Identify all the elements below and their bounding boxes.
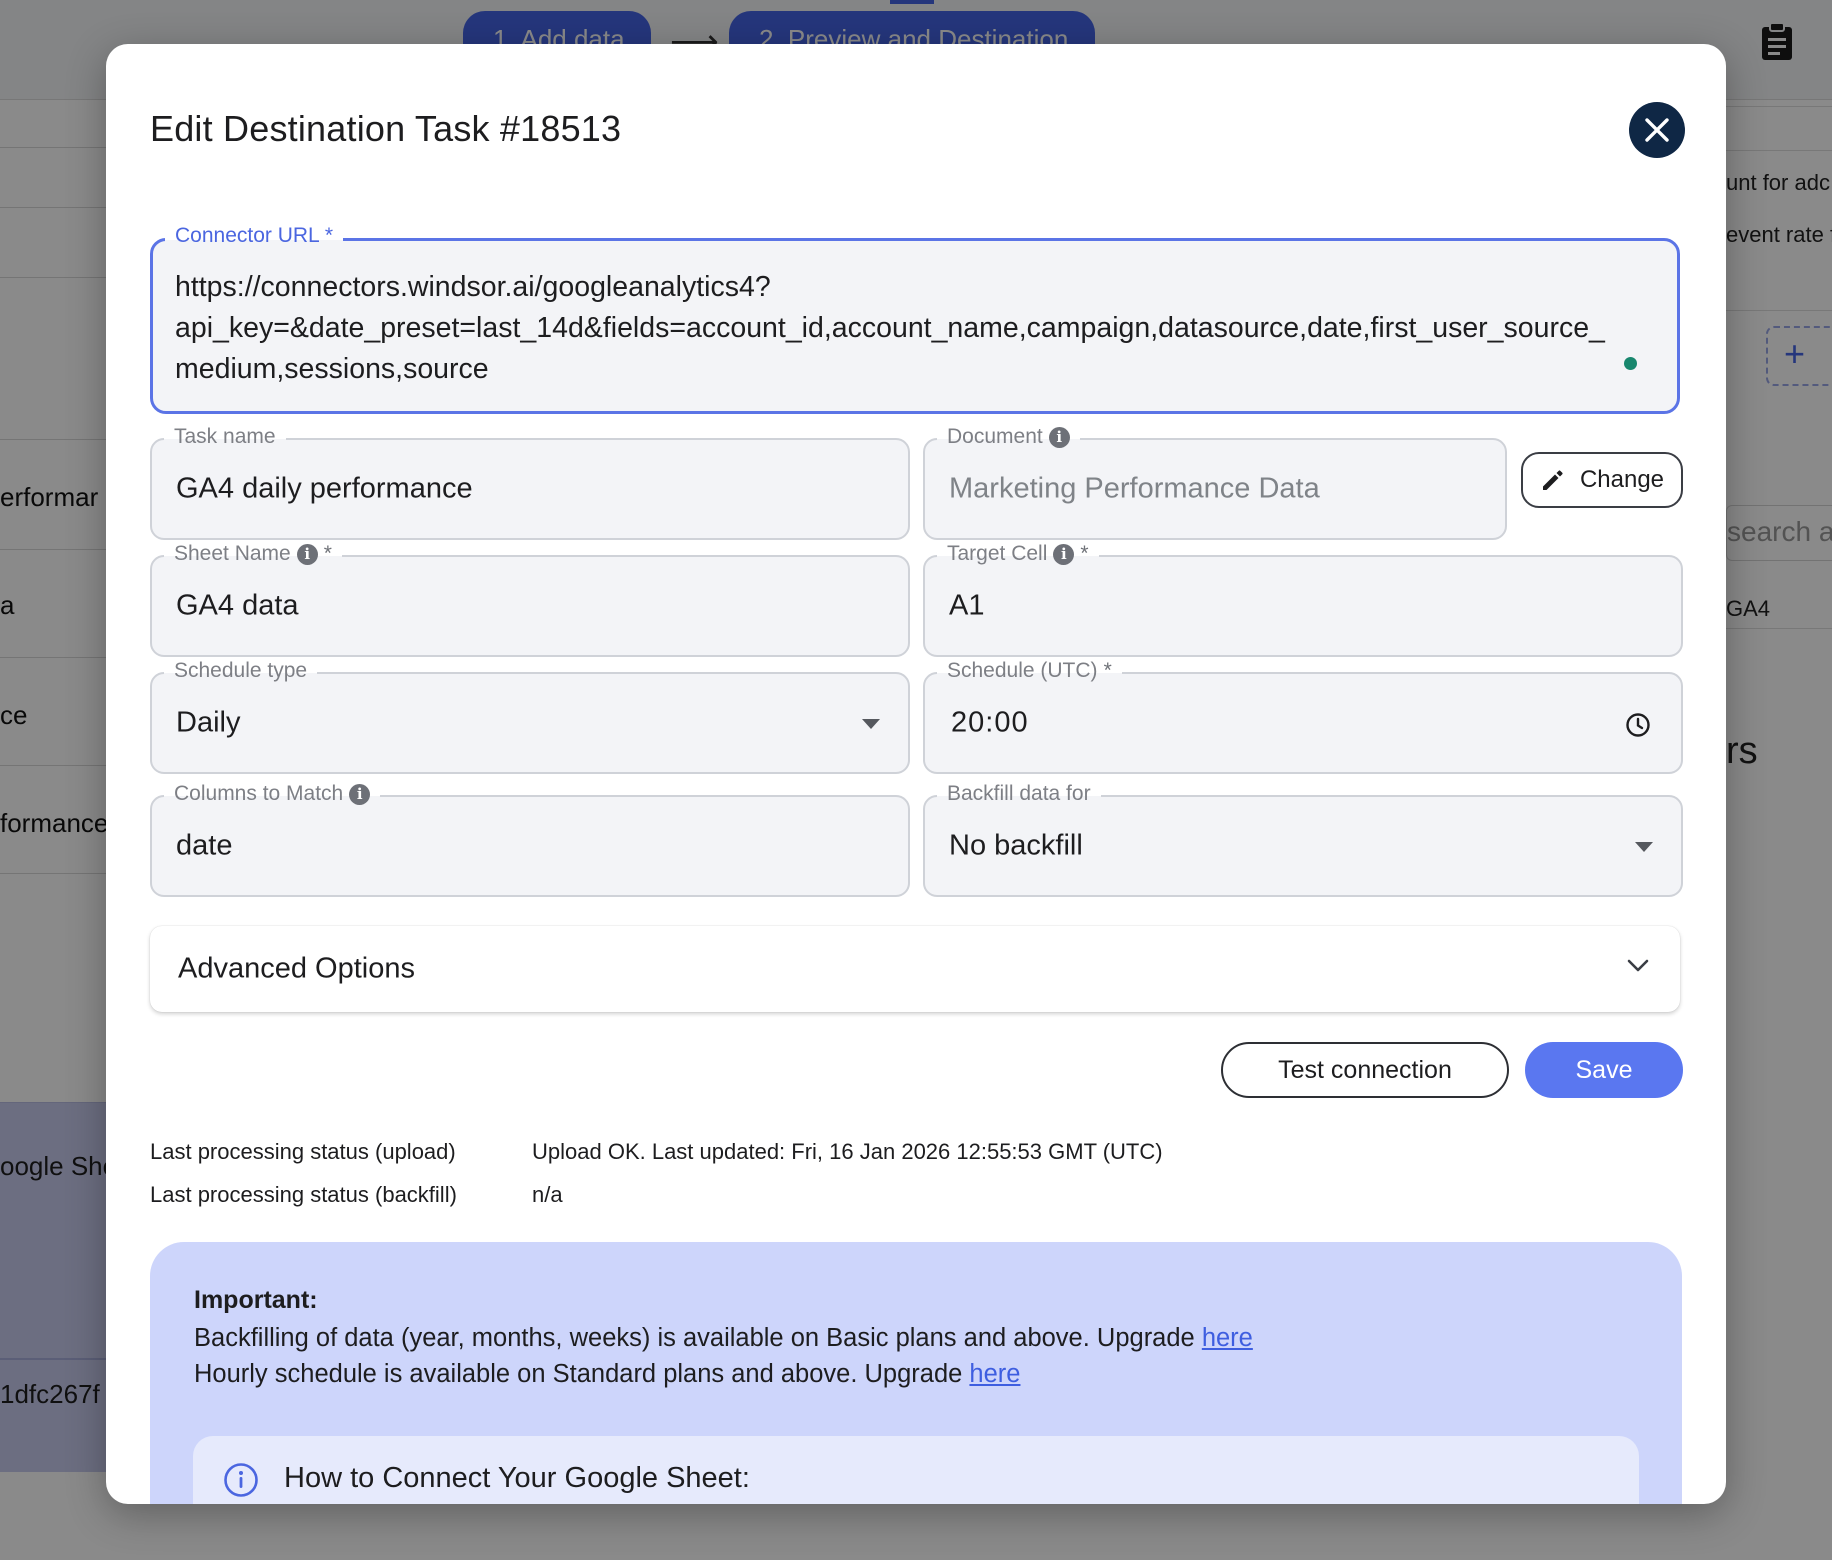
close-icon xyxy=(1645,118,1669,142)
edit-destination-modal: Edit Destination Task #18513 Connector U… xyxy=(106,44,1726,1504)
info-icon[interactable]: i xyxy=(1053,543,1075,565)
schedule-time-input[interactable]: 20:00 xyxy=(951,707,1029,740)
how-to-connect-panel: How to Connect Your Google Sheet: xyxy=(193,1436,1639,1504)
backfill-value: No backfill xyxy=(949,829,1083,862)
dropdown-arrow-icon xyxy=(1635,842,1653,852)
dropdown-arrow-icon xyxy=(862,719,880,729)
chevron-down-icon xyxy=(1627,959,1649,972)
connector-url-line: medium,sessions,source xyxy=(175,353,489,385)
upgrade-link[interactable]: here xyxy=(1202,1324,1253,1352)
columns-to-match-input[interactable]: date xyxy=(176,830,232,863)
info-icon[interactable]: i xyxy=(1048,426,1070,448)
clock-icon[interactable] xyxy=(1625,712,1651,738)
connector-url-field[interactable]: Connector URL * https://connectors.winds… xyxy=(150,224,1680,414)
notice-title: Important: xyxy=(194,1286,318,1314)
schedule-type-select[interactable]: Schedule type Daily xyxy=(150,659,910,774)
connector-url-line: https://connectors.windsor.ai/googleanal… xyxy=(175,271,771,303)
connector-url-input[interactable]: https://connectors.windsor.ai/googleanal… xyxy=(175,267,1655,390)
upgrade-link[interactable]: here xyxy=(969,1360,1020,1388)
columns-to-match-label: Columns to Match i xyxy=(164,782,381,806)
document-label: Document i xyxy=(937,425,1080,449)
notice-backfill-line: Backfilling of data (year, months, weeks… xyxy=(194,1324,1253,1352)
advanced-options-accordion[interactable]: Advanced Options xyxy=(150,926,1680,1012)
document-input: Marketing Performance Data xyxy=(949,472,1320,505)
schedule-type-label: Schedule type xyxy=(164,659,318,683)
target-cell-field[interactable]: Target Cell i * A1 xyxy=(923,542,1683,657)
status-dot-icon xyxy=(1624,357,1637,370)
modal-title: Edit Destination Task #18513 xyxy=(150,108,622,149)
advanced-options-label: Advanced Options xyxy=(178,952,415,985)
sheet-name-field[interactable]: Sheet Name i * GA4 data xyxy=(150,542,910,657)
status-upload-key: Last processing status (upload) xyxy=(150,1139,456,1164)
info-icon[interactable]: i xyxy=(349,783,371,805)
connector-url-line: api_key=&date_preset=last_14d&fields=acc… xyxy=(175,312,1605,344)
status-upload-value: Upload OK. Last updated: Fri, 16 Jan 202… xyxy=(532,1139,1163,1164)
sheet-name-label: Sheet Name i * xyxy=(164,542,342,566)
backfill-select[interactable]: Backfill data for No backfill xyxy=(923,782,1683,897)
task-name-label: Task name xyxy=(164,425,286,449)
info-icon[interactable]: i xyxy=(296,543,318,565)
status-backfill-value: n/a xyxy=(532,1182,563,1207)
connector-url-label: Connector URL * xyxy=(165,224,343,248)
test-connection-button[interactable]: Test connection xyxy=(1221,1042,1509,1098)
task-name-field[interactable]: Task name GA4 daily performance xyxy=(150,425,910,540)
change-document-button[interactable]: Change xyxy=(1521,452,1683,508)
change-button-label: Change xyxy=(1579,466,1665,493)
task-name-input[interactable]: GA4 daily performance xyxy=(176,473,473,506)
close-button[interactable] xyxy=(1629,102,1685,158)
how-to-connect-title: How to Connect Your Google Sheet: xyxy=(284,1462,750,1494)
important-notice: Important: Backfilling of data (year, mo… xyxy=(150,1242,1682,1504)
columns-to-match-field[interactable]: Columns to Match i date xyxy=(150,782,910,897)
schedule-time-label: Schedule (UTC) * xyxy=(937,659,1122,683)
pencil-icon xyxy=(1542,470,1563,490)
schedule-type-value: Daily xyxy=(176,706,241,739)
status-backfill-key: Last processing status (backfill) xyxy=(150,1182,457,1207)
target-cell-label: Target Cell i * xyxy=(937,542,1099,566)
sheet-name-input[interactable]: GA4 data xyxy=(176,590,299,623)
schedule-time-field[interactable]: Schedule (UTC) * 20:00 xyxy=(923,659,1683,774)
notice-hourly-line: Hourly schedule is available on Standard… xyxy=(194,1360,1021,1388)
backfill-label: Backfill data for xyxy=(937,782,1101,806)
document-field: Document i Marketing Performance Data xyxy=(923,425,1507,540)
save-button[interactable]: Save xyxy=(1525,1042,1683,1098)
target-cell-input[interactable]: A1 xyxy=(949,590,984,623)
info-circle-icon xyxy=(224,1463,258,1497)
